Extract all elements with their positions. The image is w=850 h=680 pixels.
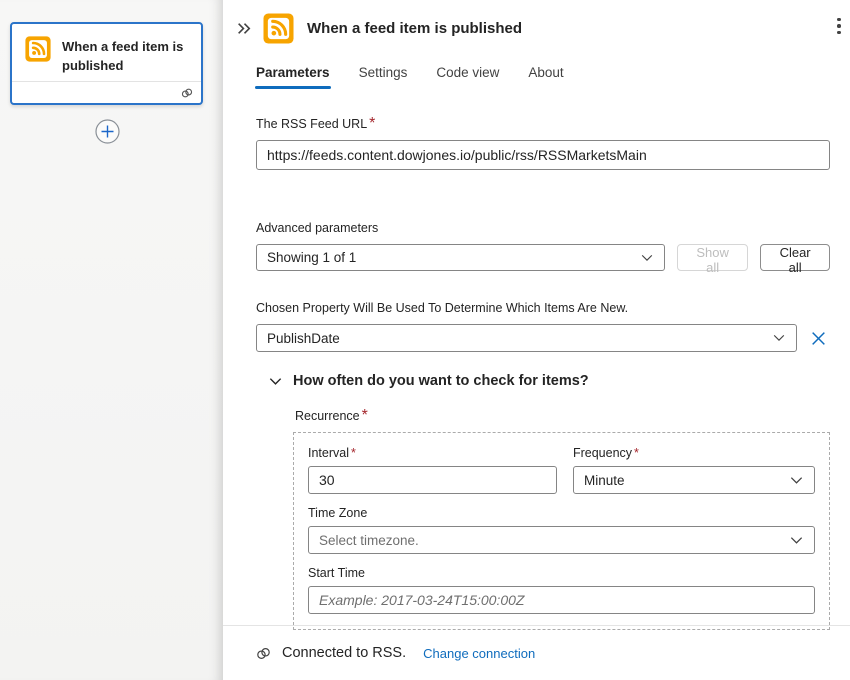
rss-icon [25,36,51,62]
advanced-parameters-dropdown[interactable]: Showing 1 of 1 [256,244,665,271]
tab-about[interactable]: About [528,65,563,89]
chosen-property-label: Chosen Property Will Be Used To Determin… [256,301,628,315]
feed-url-input[interactable] [256,140,830,170]
chevron-down-icon [789,533,804,548]
panel-title: When a feed item is published [307,20,522,37]
interval-label: Interval [308,446,349,460]
trigger-card[interactable]: When a feed item is published [10,22,203,105]
start-time-label: Start Time [308,566,815,580]
chevron-down-icon [772,331,786,345]
flow-canvas[interactable]: When a feed item is published [0,0,223,680]
trigger-card-footer [12,81,201,103]
dismiss-icon [810,330,827,347]
timezone-label: Time Zone [308,506,815,520]
clear-all-button[interactable]: Clear all [760,244,830,271]
connection-icon [180,86,194,100]
double-chevron-right-icon [236,20,253,37]
connection-icon [255,645,272,662]
advanced-parameters-selected: Showing 1 of 1 [267,250,640,265]
tab-parameters[interactable]: Parameters [256,65,330,89]
change-connection-link[interactable]: Change connection [423,646,535,661]
connection-status: Connected to RSS. [282,645,406,661]
advanced-parameters-label: Advanced parameters [256,221,378,235]
chevron-down-icon [789,473,804,488]
required-marker: * [369,115,375,132]
connection-footer: Connected to RSS. Change connection [223,625,850,680]
trigger-card-body: When a feed item is published [12,24,201,75]
recurrence-section-toggle[interactable]: How often do you want to check for items… [268,373,830,389]
tab-code-view[interactable]: Code view [436,65,499,89]
recurrence-editor: Interval* Frequency* Minute Time Zone [293,432,830,630]
frequency-dropdown[interactable]: Minute [573,466,815,494]
timezone-dropdown[interactable]: Select timezone. [308,526,815,554]
more-options-button[interactable] [831,15,847,37]
remove-parameter-button[interactable] [806,326,830,350]
add-step-button[interactable] [95,119,120,144]
trigger-card-title: When a feed item is published [62,36,193,75]
feed-url-label: The RSS Feed URL [256,117,367,131]
panel-tabs: Parameters Settings Code view About [256,65,850,89]
required-marker: * [362,407,368,424]
interval-input[interactable] [308,466,557,494]
recurrence-section-title: How often do you want to check for items… [293,373,589,389]
chevron-down-icon [640,251,654,265]
trigger-properties-panel: When a feed item is published Parameters… [223,0,850,680]
start-time-input[interactable] [308,586,815,614]
show-all-button[interactable]: Show all [677,244,748,271]
tab-settings[interactable]: Settings [359,65,408,89]
frequency-label: Frequency [573,446,632,460]
chosen-property-dropdown[interactable]: PublishDate [256,324,797,352]
frequency-selected: Minute [584,473,789,488]
required-marker: * [634,446,639,460]
chosen-property-selected: PublishDate [267,331,772,346]
collapse-panel-button[interactable] [236,20,254,38]
rss-icon [263,13,294,44]
panel-header: When a feed item is published [223,0,850,44]
required-marker: * [351,446,356,460]
timezone-placeholder: Select timezone. [319,533,789,548]
chevron-down-icon [268,374,283,389]
recurrence-label: Recurrence [295,409,360,423]
